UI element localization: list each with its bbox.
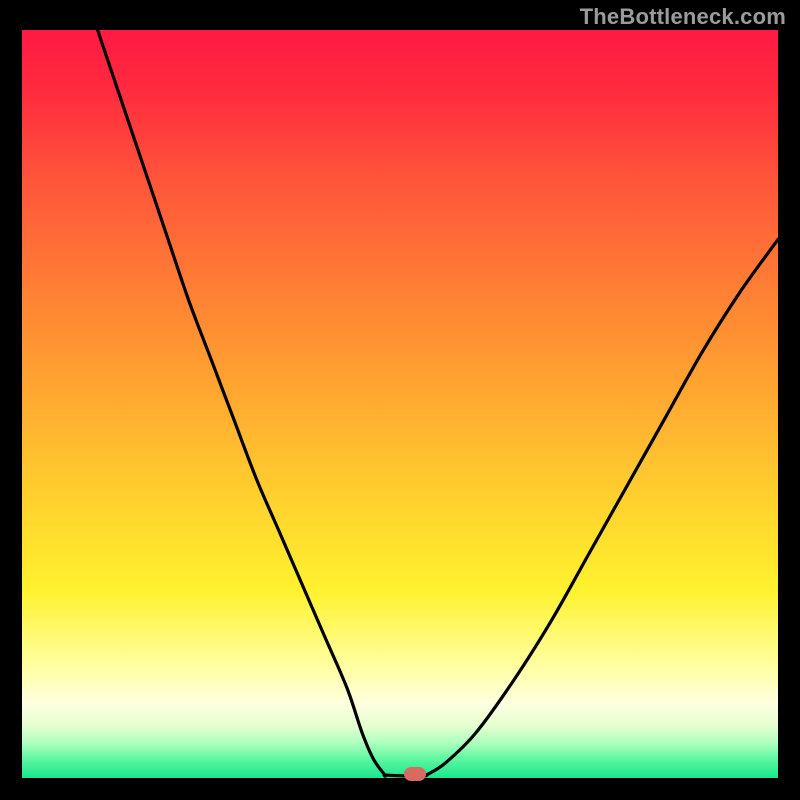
valley-marker	[404, 767, 426, 781]
app-frame: TheBottleneck.com	[0, 0, 800, 800]
watermark-text: TheBottleneck.com	[580, 4, 786, 30]
chart-svg	[22, 30, 778, 778]
chart-area	[22, 30, 778, 778]
